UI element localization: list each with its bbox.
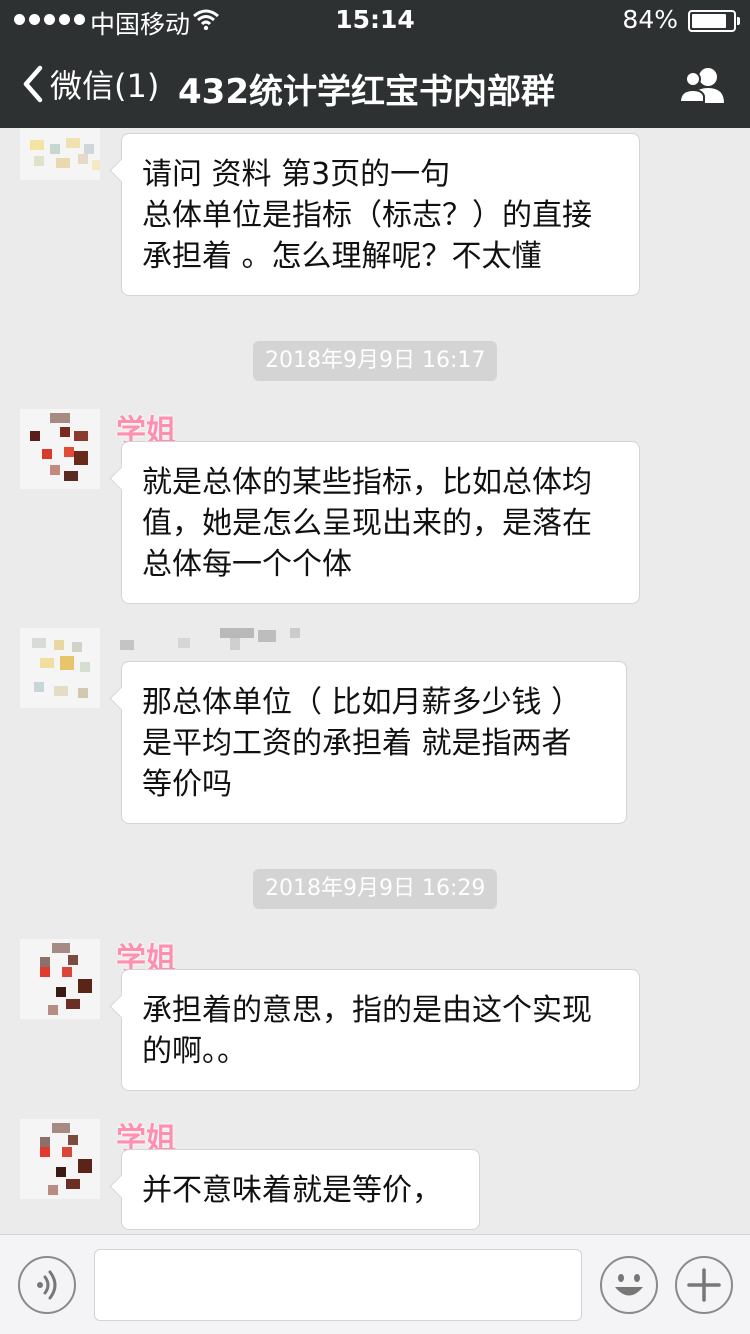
message-line: 就是总体的某些指标，比如总体均	[142, 465, 592, 500]
emoji-icon	[615, 1274, 643, 1296]
message-line: 承担着的意思，指的是由这个实现	[142, 993, 592, 1028]
back-label: 微信(1)	[50, 67, 160, 105]
navigation-bar: 微信(1) 432统计学红宝书内部群	[0, 40, 750, 128]
message-line: 等价吗	[142, 767, 232, 802]
message-line: 是平均工资的承担着 就是指两者	[142, 726, 572, 761]
message-bubble[interactable]: 那总体单位（ 比如月薪多少钱 ） 是平均工资的承担着 就是指两者 等价吗	[121, 661, 627, 824]
back-button[interactable]: 微信(1)	[18, 62, 159, 106]
battery-icon	[688, 10, 740, 32]
plus-icon	[687, 1268, 721, 1302]
avatar[interactable]	[20, 628, 100, 708]
timestamp-label: 2018年9月9日 16:17	[253, 341, 498, 381]
message-line: 值，她是怎么呈现出来的，是落在	[142, 506, 592, 541]
message-line: 那总体单位（ 比如月薪多少钱 ）	[142, 685, 582, 720]
voice-icon	[37, 1270, 57, 1300]
top-bar: 中国移动 15:14 84% 微信(1) 432统计学红宝书内部群	[0, 0, 750, 128]
avatar[interactable]	[20, 1119, 100, 1199]
message-input[interactable]	[94, 1249, 582, 1321]
message-line: 的啊。。	[142, 1034, 247, 1069]
message-line: 请问 资料 第3页的一句	[142, 157, 451, 192]
chat-title: 432统计学红宝书内部群	[178, 72, 555, 112]
battery-percent: 84%	[622, 5, 678, 34]
message-line: 总体每一个个体	[142, 547, 352, 582]
message-bubble[interactable]: 请问 资料 第3页的一句 总体单位是指标（标志？）的直接 承担着 。怎么理解呢？…	[121, 133, 640, 296]
status-bar: 中国移动 15:14 84%	[0, 0, 750, 40]
group-members-icon[interactable]	[678, 66, 728, 104]
message-bubble[interactable]: 就是总体的某些指标，比如总体均 值，她是怎么呈现出来的，是落在 总体每一个个体	[121, 441, 640, 604]
chevron-left-icon	[23, 65, 43, 103]
emoji-button[interactable]	[600, 1256, 658, 1314]
avatar[interactable]	[20, 409, 100, 489]
message-line: 承担着 。怎么理解呢？不太懂	[142, 239, 542, 274]
timestamp-label: 2018年9月9日 16:29	[253, 869, 498, 909]
blurred-nickname	[120, 626, 310, 652]
chat-message-list[interactable]: 请问 资料 第3页的一句 总体单位是指标（标志？）的直接 承担着 。怎么理解呢？…	[0, 128, 750, 1234]
voice-button[interactable]	[18, 1256, 76, 1314]
message-bubble[interactable]: 承担着的意思，指的是由这个实现 的啊。。	[121, 969, 640, 1091]
input-bar	[0, 1234, 750, 1334]
more-button[interactable]	[675, 1256, 733, 1314]
avatar[interactable]	[20, 939, 100, 1019]
message-line: 总体单位是指标（标志？）的直接	[142, 198, 592, 233]
message-line: 并不意味着就是等价，	[142, 1173, 442, 1208]
wechat-chat-screen: 中国移动 15:14 84% 微信(1) 432统计学红宝书内部群 请问 资料 …	[0, 0, 750, 1334]
avatar[interactable]	[20, 128, 100, 180]
message-bubble[interactable]: 并不意味着就是等价，	[121, 1149, 480, 1230]
